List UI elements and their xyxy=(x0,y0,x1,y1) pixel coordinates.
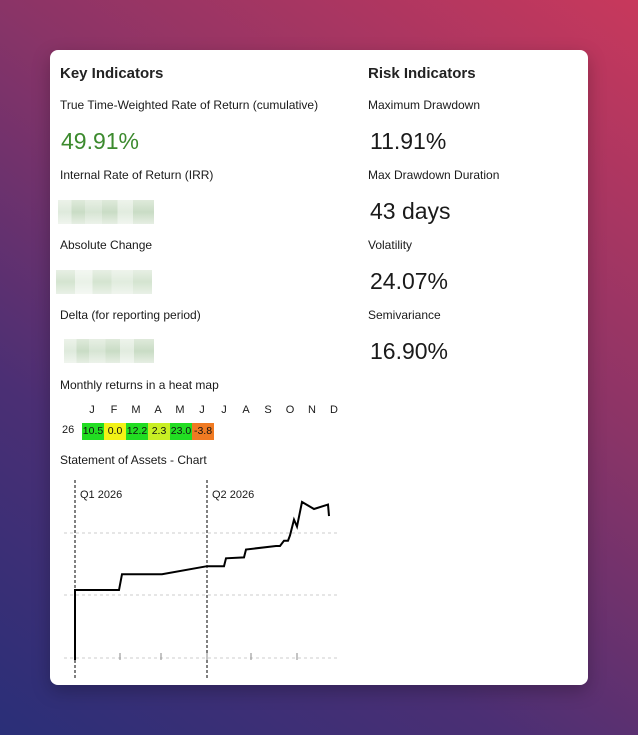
irr-label: Internal Rate of Return (IRR) xyxy=(60,168,214,182)
heatmap-cell: 12.2 xyxy=(126,423,148,440)
absolute-change-redacted xyxy=(56,270,152,294)
period-label-q1: Q1 2026 xyxy=(80,489,122,501)
heatmap-cell: 2.3 xyxy=(148,423,170,440)
ttwror-label: True Time-Weighted Rate of Return (cumul… xyxy=(60,98,319,112)
key-indicators-title: Key Indicators xyxy=(60,65,164,82)
month-label: N xyxy=(308,404,316,416)
indicators-panel: Key Indicators Risk Indicators True Time… xyxy=(50,50,588,685)
max-drawdown-duration-value: 43 days xyxy=(370,198,451,224)
heatmap-title: Monthly returns in a heat map xyxy=(60,378,219,392)
max-drawdown-label: Maximum Drawdown xyxy=(368,98,481,112)
month-label: A xyxy=(242,404,250,416)
heatmap-cell: -3.8 xyxy=(192,423,214,440)
month-label: J xyxy=(89,404,95,416)
month-label: J xyxy=(199,404,205,416)
month-label: F xyxy=(110,404,118,416)
semivariance-value: 16.90% xyxy=(370,338,449,364)
period-label-q2: Q2 2026 xyxy=(212,489,254,501)
assets-chart: Q1 2026 Q2 2026 xyxy=(64,480,339,680)
risk-indicators-title: Risk Indicators xyxy=(368,65,476,82)
ttwror-value: 49.91% xyxy=(61,128,140,154)
month-label: O xyxy=(285,404,295,416)
month-label: S xyxy=(264,404,272,416)
month-label: M xyxy=(131,404,141,416)
assets-line xyxy=(74,500,330,660)
month-label: M xyxy=(175,404,185,416)
max-drawdown-value: 11.91% xyxy=(370,128,447,154)
month-label: D xyxy=(330,404,338,416)
heatmap-cell: 0.0 xyxy=(104,423,126,440)
assets-chart-title: Statement of Assets - Chart xyxy=(60,453,207,467)
heatmap-year-label: 26 xyxy=(62,424,75,436)
month-label: J xyxy=(221,404,227,416)
heatmap-cell: 23.0 xyxy=(170,423,192,440)
delta-redacted xyxy=(64,339,154,363)
absolute-change-label: Absolute Change xyxy=(60,238,153,252)
volatility-label: Volatility xyxy=(368,238,413,252)
heatmap-cell: 10.5 xyxy=(82,423,104,440)
month-label: A xyxy=(154,404,162,416)
volatility-value: 24.07% xyxy=(370,268,449,294)
delta-label: Delta (for reporting period) xyxy=(60,308,201,322)
max-drawdown-duration-label: Max Drawdown Duration xyxy=(368,168,500,182)
irr-value-redacted xyxy=(58,200,154,224)
semivariance-label: Semivariance xyxy=(368,308,441,322)
